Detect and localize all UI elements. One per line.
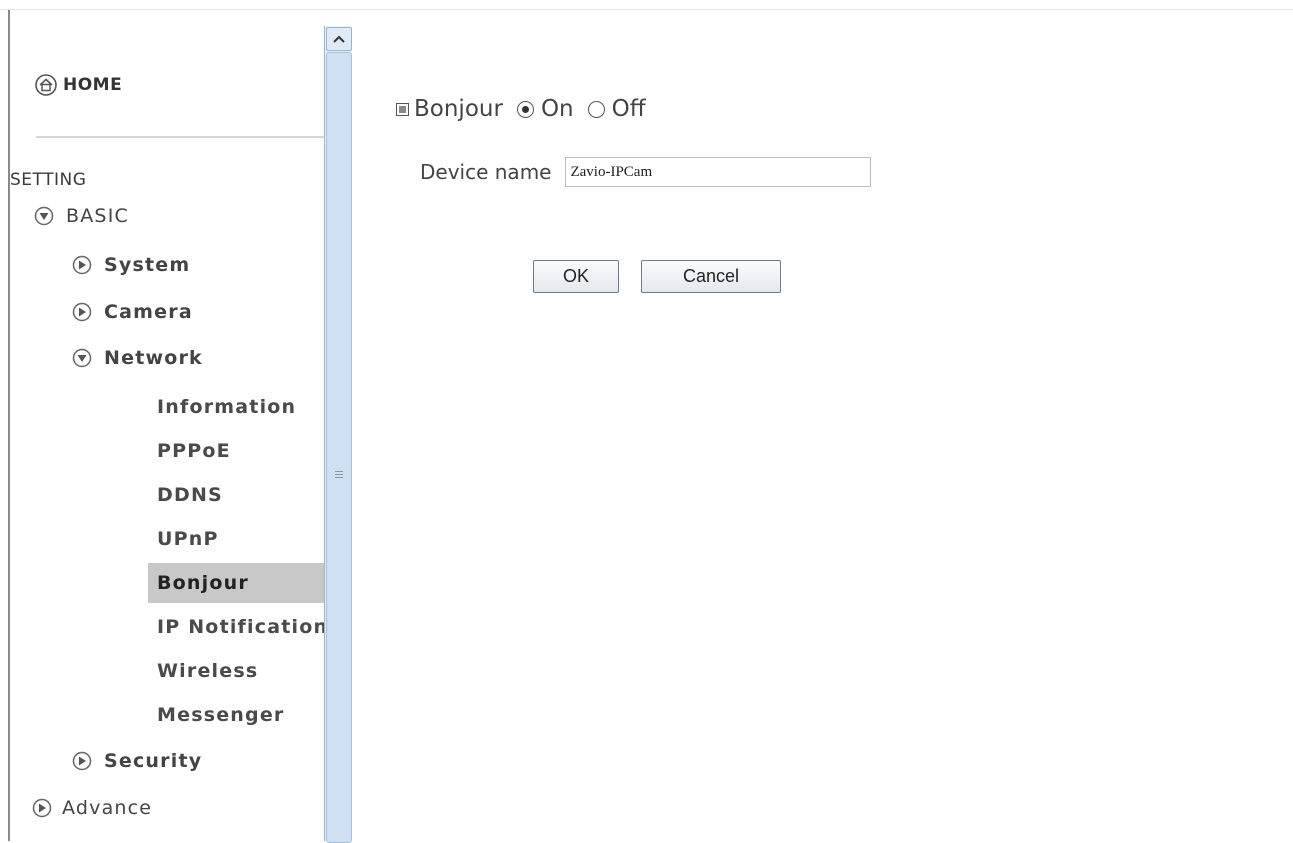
nav-item-advance[interactable]: Advance: [32, 793, 152, 823]
nav-leaf-upnp[interactable]: UPnP: [148, 519, 334, 559]
nav-leaf-pppoe[interactable]: PPPoE: [148, 431, 334, 471]
grip-icon: [335, 471, 343, 480]
collapsed-arrow-icon: [72, 302, 92, 322]
home-label: HOME: [63, 75, 123, 95]
nav-leaf-label: Information: [157, 396, 297, 418]
nav-leaf-messenger[interactable]: Messenger: [148, 695, 334, 735]
device-name-row: Device name: [420, 155, 872, 189]
home-icon: [35, 74, 57, 96]
nav-item-camera[interactable]: Camera: [72, 297, 193, 327]
main-content: Bonjour On Off Device name OK Cancel: [352, 10, 1293, 841]
sidebar: HOME SETTING BASIC System Camera Network: [10, 10, 334, 841]
nav-leaf-label: IP Notification: [157, 616, 329, 638]
radio-on-label[interactable]: On: [541, 96, 574, 122]
chevron-up-icon: [333, 35, 345, 43]
nav-leaf-bonjour[interactable]: Bonjour: [148, 563, 334, 603]
home-link[interactable]: HOME: [35, 71, 122, 99]
radio-off[interactable]: [587, 100, 605, 118]
nav-leaf-information[interactable]: Information: [148, 387, 334, 427]
nav-leaf-ddns[interactable]: DDNS: [148, 475, 334, 515]
expanded-arrow-icon: [72, 348, 92, 368]
collapsed-arrow-icon: [72, 751, 92, 771]
radio-off-label[interactable]: Off: [612, 96, 646, 122]
nav-leaf-label: UPnP: [157, 528, 219, 550]
nav-item-basic[interactable]: BASIC: [34, 201, 129, 231]
radio-on[interactable]: [516, 100, 534, 118]
nav-leaf-label: Wireless: [157, 660, 259, 682]
nav-label-system: System: [104, 254, 191, 276]
bonjour-row: Bonjour On Off: [396, 96, 646, 122]
device-name-label: Device name: [420, 160, 552, 184]
nav-leaf-ip-notification[interactable]: IP Notification: [148, 607, 334, 647]
nav-item-security[interactable]: Security: [72, 746, 202, 776]
nav-leaf-label: Messenger: [157, 704, 285, 726]
nav-leaf-label: PPPoE: [157, 440, 231, 462]
sidebar-scrollbar[interactable]: [324, 26, 352, 843]
scroll-thumb[interactable]: [326, 52, 352, 843]
nav-label-network: Network: [104, 347, 203, 369]
nav-leaf-wireless[interactable]: Wireless: [148, 651, 334, 691]
bonjour-label: Bonjour: [414, 96, 503, 122]
cancel-button[interactable]: Cancel: [641, 260, 781, 293]
sidebar-divider: [36, 136, 330, 138]
scroll-up-button[interactable]: [326, 27, 352, 51]
nav-label-camera: Camera: [104, 301, 193, 323]
nav-label-advance: Advance: [62, 797, 153, 819]
nav-label-basic: BASIC: [66, 205, 129, 227]
nav-leaf-label: DDNS: [157, 484, 223, 506]
nav-item-network[interactable]: Network: [72, 343, 203, 373]
nav-item-system[interactable]: System: [72, 250, 190, 280]
device-name-input[interactable]: [565, 157, 872, 187]
ok-button[interactable]: OK: [533, 260, 619, 293]
section-title-setting: SETTING: [10, 170, 87, 190]
nav-leaf-label: Bonjour: [157, 572, 249, 594]
expanded-arrow-icon: [34, 206, 54, 226]
collapsed-arrow-icon: [72, 255, 92, 275]
nav-label-security: Security: [104, 750, 203, 772]
collapsed-arrow-icon: [32, 798, 52, 818]
bullet-icon: [396, 102, 409, 116]
